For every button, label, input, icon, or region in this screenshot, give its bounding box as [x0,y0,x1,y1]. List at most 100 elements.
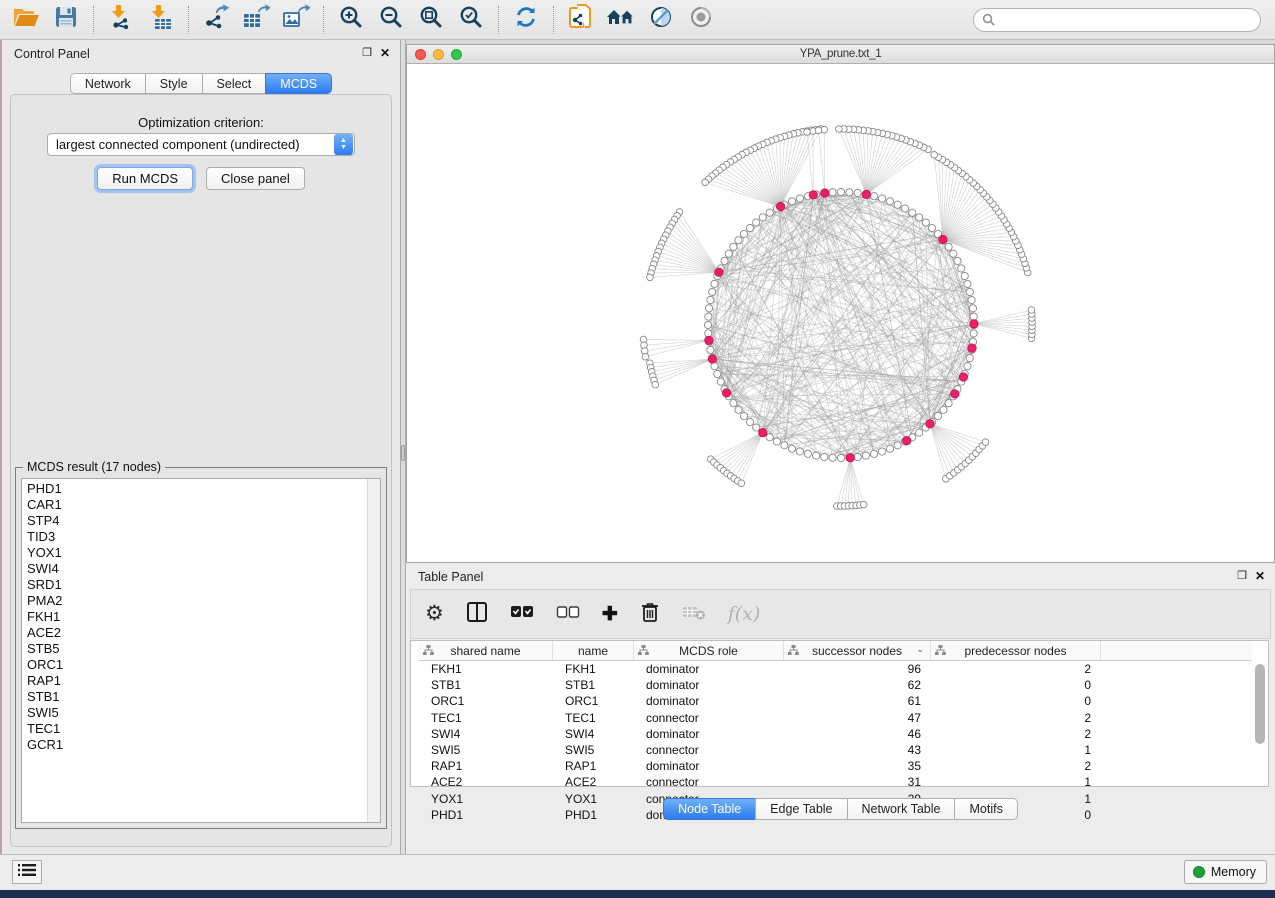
table-cell[interactable]: 31 [784,774,931,790]
import-network-button[interactable] [101,3,141,37]
tab-network-table[interactable]: Network Table [847,798,956,820]
tab-node-table[interactable]: Node Table [663,798,756,820]
hide-selected-button[interactable] [641,3,681,37]
table-cell[interactable]: SWI5 [553,742,634,758]
table-row[interactable]: RAP1RAP1dominator352 [419,758,1252,774]
mcds-result-item[interactable]: PHD1 [22,481,366,497]
table-cell[interactable]: 47 [784,710,931,726]
table-cell[interactable]: FKH1 [553,661,634,677]
table-cell[interactable]: 43 [784,742,931,758]
deselect-all-rows-button[interactable] [556,599,580,629]
mcds-result-item[interactable]: FKH1 [22,609,366,625]
new-network-from-selection-button[interactable] [561,3,601,37]
table-cell[interactable]: ORC1 [553,693,634,709]
table-settings-button[interactable]: ⚙ [425,599,444,629]
splitter-grip-icon[interactable] [401,445,405,461]
zoom-out-button[interactable] [371,3,411,37]
table-cell[interactable]: FKH1 [419,661,553,677]
table-row[interactable]: SWI4SWI4dominator462 [419,726,1252,742]
refresh-layout-button[interactable] [506,3,546,37]
mcds-result-item[interactable]: STP4 [22,513,366,529]
table-cell[interactable]: 2 [931,726,1101,742]
search-field[interactable] [973,8,1261,32]
export-image-button[interactable] [276,3,316,37]
table-cell[interactable]: 2 [931,710,1101,726]
mcds-result-item[interactable]: TEC1 [22,721,366,737]
table-scrollbar[interactable] [1254,662,1266,784]
table-cell[interactable]: dominator [634,693,784,709]
mcds-result-item[interactable]: SWI5 [22,705,366,721]
search-input[interactable] [1000,13,1252,27]
table-cell[interactable]: connector [634,742,784,758]
network-window-titlebar[interactable]: YPA_prune.txt_1 [407,45,1274,64]
network-view-canvas[interactable] [407,64,1274,562]
table-cell[interactable]: ORC1 [419,693,553,709]
tab-network[interactable]: Network [70,73,146,94]
table-cell[interactable]: 1 [931,774,1101,790]
scrollbar-thumb[interactable] [1255,664,1265,744]
select-all-rows-button[interactable] [510,599,534,629]
table-cell[interactable]: 2 [931,758,1101,774]
table-cell[interactable]: 61 [784,693,931,709]
task-history-button[interactable] [12,860,42,884]
mcds-result-item[interactable]: TID3 [22,529,366,545]
first-neighbors-button[interactable] [601,3,641,37]
close-panel-button[interactable]: Close panel [206,167,305,190]
table-cell[interactable]: RAP1 [553,758,634,774]
column-header-name[interactable]: name [553,641,634,660]
table-row[interactable]: ORC1ORC1dominator610 [419,693,1252,709]
table-cell[interactable]: 46 [784,726,931,742]
table-row[interactable]: TEC1TEC1connector472 [419,710,1252,726]
column-header-shared-name[interactable]: shared name [419,641,553,660]
tab-mcds[interactable]: MCDS [265,73,332,94]
table-cell[interactable]: 1 [931,742,1101,758]
table-cell[interactable]: SWI4 [553,726,634,742]
mcds-result-item[interactable]: STB5 [22,641,366,657]
table-cell[interactable]: 62 [784,677,931,693]
mcds-result-item[interactable]: ACE2 [22,625,366,641]
table-cell[interactable]: TEC1 [419,710,553,726]
table-cell[interactable]: STB1 [553,677,634,693]
table-cell[interactable]: TEC1 [553,710,634,726]
tab-style[interactable]: Style [145,73,203,94]
mcds-result-item[interactable]: SRD1 [22,577,366,593]
table-cell[interactable]: dominator [634,726,784,742]
table-cell[interactable]: STB1 [419,677,553,693]
sort-caret-icon[interactable]: ⌄ [916,644,924,655]
table-cell[interactable]: RAP1 [419,758,553,774]
mcds-result-item[interactable]: RAP1 [22,673,366,689]
table-cell[interactable]: 0 [931,693,1101,709]
tab-edge-table[interactable]: Edge Table [755,798,847,820]
table-cell[interactable]: SWI4 [419,726,553,742]
table-cell[interactable]: connector [634,710,784,726]
add-column-button[interactable]: ✚ [602,599,618,629]
export-network-button[interactable] [196,3,236,37]
table-cell[interactable]: dominator [634,677,784,693]
table-cell[interactable]: ACE2 [553,774,634,790]
import-table-button[interactable] [141,3,181,37]
mcds-result-item[interactable]: YOX1 [22,545,366,561]
delete-column-button[interactable] [640,599,660,629]
zoom-in-button[interactable] [331,3,371,37]
mcds-result-item[interactable]: STB1 [22,689,366,705]
table-row[interactable]: SWI5SWI5connector431 [419,742,1252,758]
mcds-result-item[interactable]: ORC1 [22,657,366,673]
show-columns-button[interactable] [466,599,488,629]
open-session-button[interactable] [6,3,46,37]
mcds-result-item[interactable]: GCR1 [22,737,366,753]
table-cell[interactable]: connector [634,774,784,790]
table-cell[interactable]: 96 [784,661,931,677]
zoom-selected-button[interactable] [451,3,491,37]
export-table-button[interactable] [236,3,276,37]
table-row[interactable]: STB1STB1dominator620 [419,677,1252,693]
tab-motifs[interactable]: Motifs [954,798,1017,820]
mcds-result-item[interactable]: CAR1 [22,497,366,513]
optimization-criterion-select[interactable]: largest connected component (undirected)… [47,133,355,156]
save-session-button[interactable] [46,3,86,37]
close-panel-icon[interactable]: ✕ [1255,569,1265,583]
table-row[interactable]: FKH1FKH1dominator962 [419,661,1252,677]
tab-select[interactable]: Select [202,73,267,94]
table-cell[interactable]: 35 [784,758,931,774]
run-mcds-button[interactable]: Run MCDS [97,167,193,190]
column-header-predecessor-nodes[interactable]: predecessor nodes [931,641,1101,660]
